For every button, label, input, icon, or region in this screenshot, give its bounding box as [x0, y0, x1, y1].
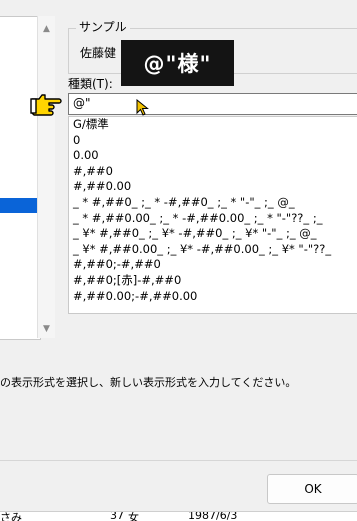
- format-list-item[interactable]: _ ¥* #,##0.00_ ;_ ¥* -#,##0.00_ ;_ ¥* "-…: [69, 242, 357, 258]
- pointing-hand-icon: [30, 94, 62, 116]
- sample-value: 佐藤健: [80, 46, 117, 60]
- format-caption-overlay: @"様": [121, 40, 234, 86]
- scroll-down-icon[interactable]: ▼: [38, 324, 55, 334]
- format-list[interactable]: G/標準 0 0.00 #,##0 #,##0.00 _ * #,##0_ ;_…: [68, 116, 357, 314]
- format-list-item[interactable]: _ * #,##0.00_ ;_ * -#,##0.00_ ;_ * "-"??…: [69, 211, 357, 227]
- scroll-up-icon[interactable]: ▲: [38, 24, 55, 34]
- format-list-item[interactable]: #,##0: [69, 164, 357, 180]
- category-list[interactable]: [0, 16, 41, 340]
- format-type-input[interactable]: @": [68, 93, 357, 115]
- format-list-item[interactable]: #,##0.00;-#,##0.00: [69, 289, 357, 305]
- format-list-item[interactable]: G/標準: [69, 117, 357, 133]
- ok-button[interactable]: OK: [267, 474, 357, 504]
- format-list-item[interactable]: _ * #,##0_ ;_ * -#,##0_ ;_ * "-"_ ;_ @_: [69, 195, 357, 211]
- format-list-item[interactable]: 0: [69, 133, 357, 149]
- mouse-cursor-icon: [136, 99, 149, 116]
- category-scrollbar[interactable]: ▲ ▼: [37, 16, 55, 338]
- format-list-item[interactable]: #,##0;[赤]-#,##0: [69, 273, 357, 289]
- sample-label: サンプル: [76, 18, 130, 35]
- footer-divider: [0, 460, 357, 461]
- format-list-item[interactable]: #,##0;-#,##0: [69, 257, 357, 273]
- format-list-item[interactable]: #,##0.00: [69, 179, 357, 195]
- type-label: 種類(T):: [68, 77, 113, 91]
- instruction-text: の表示形式を選択し、新しい表示形式を入力してください。: [0, 376, 297, 389]
- format-list-item[interactable]: 0.00: [69, 148, 357, 164]
- category-selected-item[interactable]: [0, 198, 37, 213]
- format-list-item[interactable]: _ ¥* #,##0_ ;_ ¥* -#,##0_ ;_ ¥* "-"_ ;_ …: [69, 226, 357, 242]
